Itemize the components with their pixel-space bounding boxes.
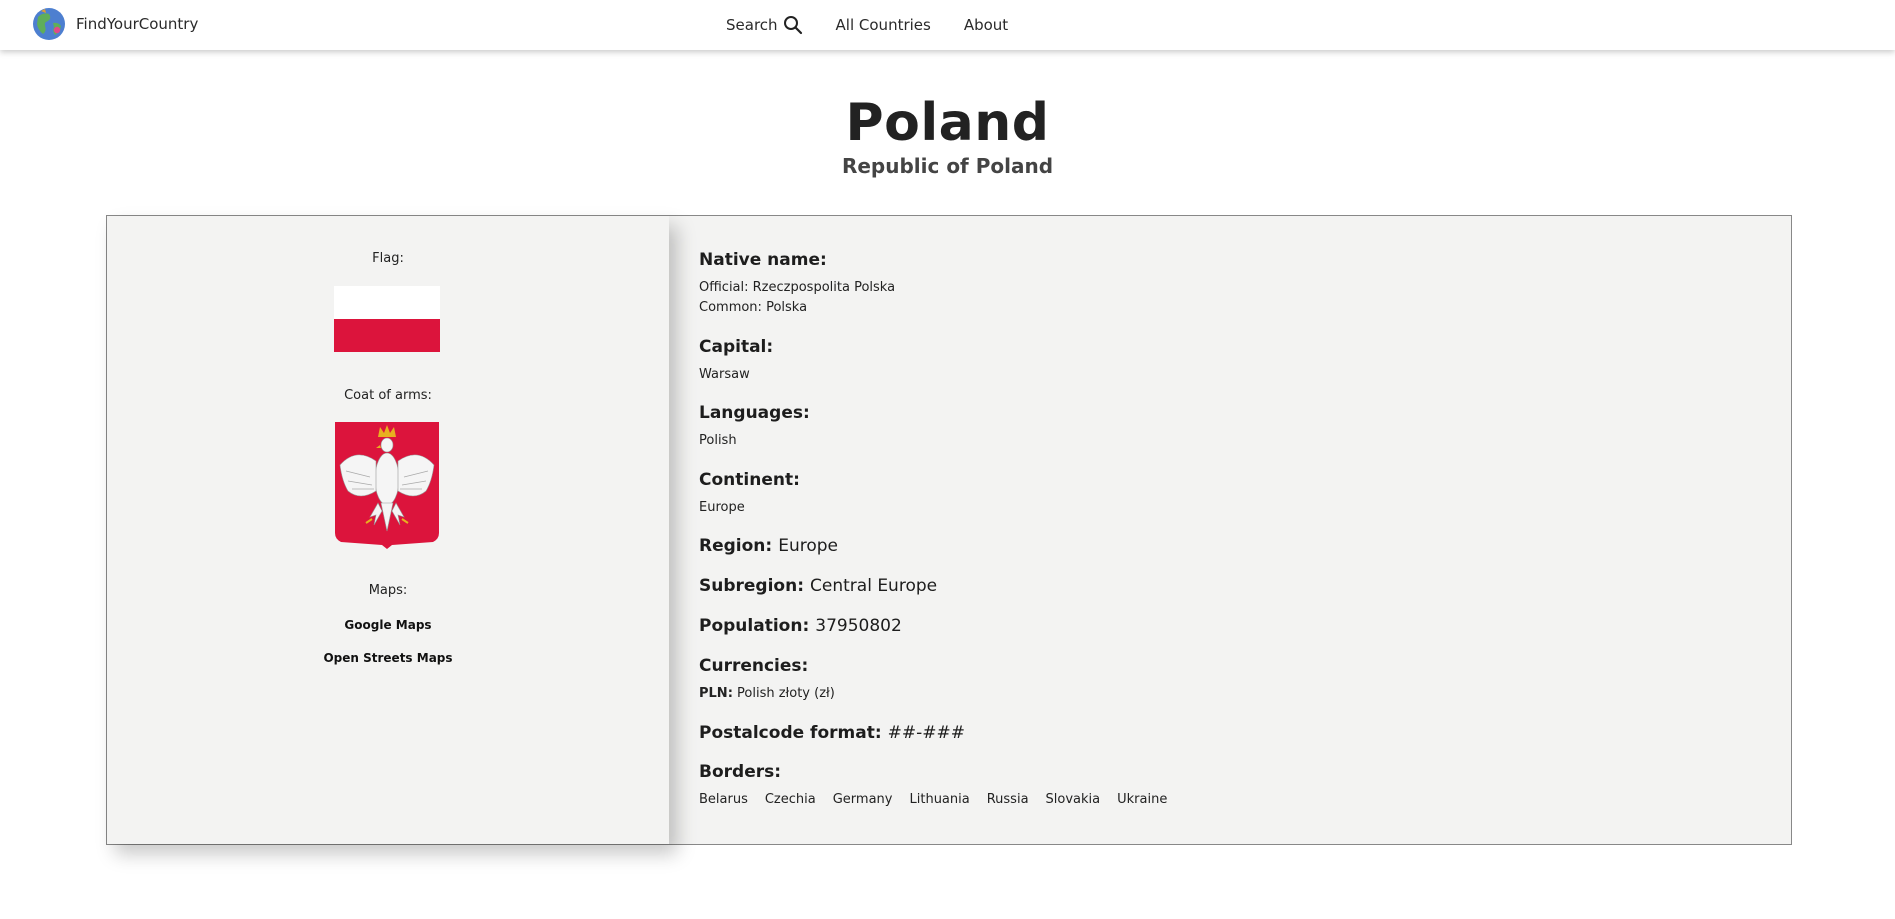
currency-name: Polish złoty (zł) [737, 686, 835, 701]
postalcode-label: Postalcode format: [699, 723, 882, 743]
top-navbar: FindYourCountry Search All Countries Abo… [0, 0, 1895, 50]
google-maps-link[interactable]: Google Maps [107, 618, 669, 632]
open-street-maps-link[interactable]: Open Streets Maps [107, 651, 669, 665]
postalcode-value: ##-### [887, 723, 965, 743]
nav-links: Search All Countries About [726, 0, 1041, 50]
country-official-name: Republic of Poland [841, 154, 1054, 178]
country-name-title: Poland [845, 93, 1050, 153]
coat-of-arms-label: Coat of arms: [344, 388, 432, 403]
country-card: Flag: Coat of arms: Maps: Google Maps Op… [106, 215, 1792, 845]
postalcode-row: Postalcode format: ##-### [699, 723, 965, 743]
population-value: 37950802 [815, 616, 902, 636]
capital-label: Capital: [699, 337, 774, 357]
maps-label: Maps: [368, 583, 408, 598]
search-icon [783, 16, 802, 35]
border-country-link[interactable]: Germany [833, 792, 893, 807]
nav-all-countries-link[interactable]: All Countries [836, 16, 931, 34]
subregion-value: Central Europe [810, 576, 938, 596]
border-country-link[interactable]: Belarus [699, 792, 748, 807]
nav-search-label: Search [726, 16, 778, 34]
nav-search-link[interactable]: Search [726, 15, 803, 35]
continent-label: Continent: [699, 470, 800, 490]
subregion-row: Subregion: Central Europe [699, 576, 937, 596]
population-label: Population: [699, 616, 810, 636]
languages-label: Languages: [699, 403, 810, 423]
borders-list: Belarus Czechia Germany Lithuania Russia… [699, 792, 1167, 807]
globe-logo-icon [33, 8, 65, 40]
currency-value: PLN: Polish złoty (zł) [699, 686, 835, 701]
continent-value: Europe [699, 500, 745, 515]
brand-name: FindYourCountry [76, 15, 199, 33]
border-country-link[interactable]: Czechia [765, 792, 816, 807]
details-panel: Native name: Official: Rzeczpospolita Po… [699, 216, 1779, 844]
capital-value: Warsaw [699, 367, 750, 382]
currency-code: PLN: [699, 686, 733, 701]
nav-about-link[interactable]: About [964, 16, 1008, 34]
flag-image [334, 286, 440, 352]
native-name-label: Native name: [699, 250, 827, 270]
currencies-label: Currencies: [699, 656, 809, 676]
borders-label: Borders: [699, 762, 782, 782]
border-country-link[interactable]: Slovakia [1046, 792, 1101, 807]
region-label: Region: [699, 536, 773, 556]
region-row: Region: Europe [699, 536, 838, 556]
flag-label: Flag: [372, 251, 404, 266]
flag-white-stripe [334, 286, 440, 319]
media-panel: Flag: Coat of arms: Maps: Google Maps Op… [107, 216, 669, 844]
coat-of-arms-image [335, 422, 439, 549]
subregion-label: Subregion: [699, 576, 805, 596]
border-country-link[interactable]: Russia [987, 792, 1029, 807]
population-row: Population: 37950802 [699, 616, 902, 636]
border-country-link[interactable]: Lithuania [910, 792, 970, 807]
native-official-value: Official: Rzeczpospolita Polska [699, 280, 896, 295]
region-value: Europe [778, 536, 838, 556]
languages-value: Polish [699, 433, 737, 448]
native-common-value: Common: Polska [699, 300, 808, 315]
flag-red-stripe [334, 319, 440, 352]
border-country-link[interactable]: Ukraine [1117, 792, 1167, 807]
brand-link[interactable]: FindYourCountry [32, 6, 198, 42]
